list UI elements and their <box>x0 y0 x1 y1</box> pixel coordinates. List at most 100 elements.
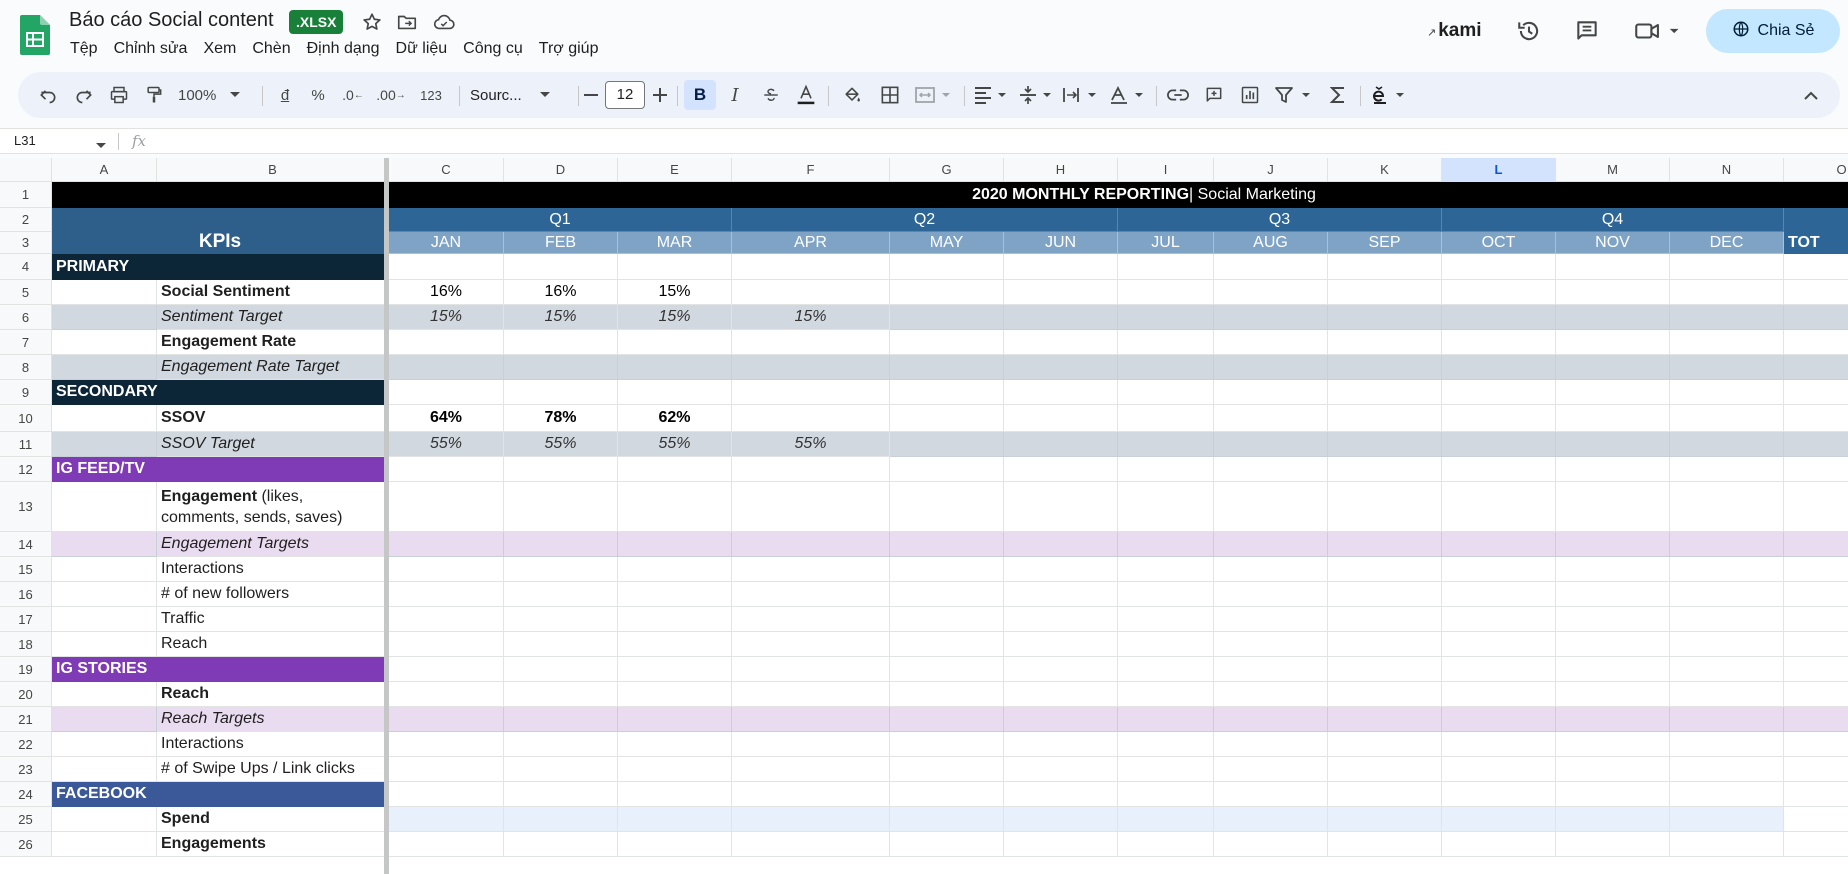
target-row-cell[interactable] <box>1328 355 1442 380</box>
target-row-cell[interactable] <box>1004 355 1118 380</box>
menu-help[interactable]: Trợ giúp <box>531 38 607 60</box>
target-row-cell[interactable] <box>1670 355 1784 380</box>
insert-chart-icon[interactable] <box>1238 83 1262 107</box>
cell[interactable] <box>618 482 732 532</box>
row-header-21[interactable]: 21 <box>0 707 52 732</box>
column-header-j[interactable]: J <box>1214 158 1328 182</box>
cell[interactable] <box>890 482 1004 532</box>
target-row-cell[interactable] <box>1784 707 1848 732</box>
column-header-b[interactable]: B <box>157 158 389 182</box>
cell[interactable] <box>1442 380 1556 405</box>
target-row-cell[interactable] <box>504 532 618 557</box>
cell[interactable] <box>732 732 890 757</box>
cell[interactable] <box>890 405 1004 432</box>
cell[interactable] <box>1004 782 1118 807</box>
cell[interactable] <box>389 482 504 532</box>
cell[interactable] <box>1556 682 1670 707</box>
menu-format[interactable]: Định dạng <box>299 38 388 60</box>
target-row-cell[interactable] <box>52 707 157 732</box>
label-engagement-rate-target[interactable]: Engagement Rate Target <box>157 355 389 380</box>
cell[interactable] <box>1670 732 1784 757</box>
row-header-24[interactable]: 24 <box>0 782 52 807</box>
target-row-cell[interactable] <box>1004 432 1118 457</box>
target-row-cell[interactable] <box>732 707 890 732</box>
target-row-cell[interactable] <box>1004 305 1118 330</box>
cell[interactable] <box>732 405 890 432</box>
cell[interactable] <box>1328 457 1442 482</box>
target-row-cell[interactable] <box>1328 432 1442 457</box>
cell[interactable] <box>1118 782 1214 807</box>
cell[interactable] <box>1214 280 1328 305</box>
font-size-input[interactable]: 12 <box>605 81 645 109</box>
value-ssov[interactable]: 62% <box>618 405 732 432</box>
label-traffic[interactable]: Traffic <box>157 607 389 632</box>
cell[interactable] <box>618 782 732 807</box>
cell[interactable] <box>1556 632 1670 657</box>
value-ssov-target[interactable]: 55% <box>732 432 890 457</box>
cell[interactable] <box>1670 782 1784 807</box>
cell[interactable] <box>618 682 732 707</box>
cell[interactable] <box>1556 732 1670 757</box>
label-engagement-rate[interactable]: Engagement Rate <box>157 330 389 355</box>
increase-font-size-icon[interactable] <box>651 83 669 107</box>
cell[interactable] <box>1784 457 1848 482</box>
cell[interactable] <box>1670 582 1784 607</box>
cell[interactable] <box>1556 657 1670 682</box>
target-row-cell[interactable] <box>1442 532 1556 557</box>
target-row-cell[interactable] <box>389 532 504 557</box>
cell[interactable] <box>1004 405 1118 432</box>
cell[interactable] <box>52 807 157 832</box>
cell[interactable] <box>1004 732 1118 757</box>
cell[interactable] <box>1118 582 1214 607</box>
cell[interactable] <box>1328 657 1442 682</box>
row-header-20[interactable]: 20 <box>0 682 52 707</box>
cell[interactable] <box>890 280 1004 305</box>
cell[interactable] <box>890 782 1004 807</box>
decrease-font-size-icon[interactable] <box>582 83 600 107</box>
spreadsheet-grid[interactable]: A B C D E F G H I J K L M N O 1 2 3 4 5 6 7 8 9 10 11 12 13 14 15 16 17… <box>0 158 1848 874</box>
italic-button[interactable]: I <box>724 83 746 107</box>
strikethrough-icon[interactable] <box>760 83 782 107</box>
target-row-cell[interactable] <box>1214 432 1328 457</box>
value-sentiment-target[interactable]: 15% <box>504 305 618 330</box>
label-engagement-targets[interactable]: Engagement Targets <box>157 532 389 557</box>
cell[interactable] <box>1328 380 1442 405</box>
spend-row-cell[interactable] <box>1670 807 1784 832</box>
cell[interactable] <box>52 582 157 607</box>
cell[interactable] <box>1784 732 1848 757</box>
cell[interactable] <box>504 330 618 355</box>
cell[interactable] <box>890 732 1004 757</box>
cell[interactable] <box>1004 330 1118 355</box>
cell[interactable] <box>1214 330 1328 355</box>
cell[interactable] <box>1670 380 1784 405</box>
cell[interactable] <box>389 380 504 405</box>
cell[interactable] <box>1214 632 1328 657</box>
cell[interactable] <box>1118 657 1214 682</box>
cell[interactable] <box>1118 632 1214 657</box>
cell[interactable] <box>1328 832 1442 857</box>
share-button[interactable]: Chia Sẻ <box>1706 9 1840 53</box>
cell[interactable] <box>618 254 732 280</box>
row-header-16[interactable]: 16 <box>0 582 52 607</box>
cell[interactable] <box>1214 254 1328 280</box>
column-header-h[interactable]: H <box>1004 158 1118 182</box>
target-row-cell[interactable] <box>1556 355 1670 380</box>
cell[interactable] <box>504 482 618 532</box>
column-header-o[interactable]: O <box>1784 158 1848 182</box>
cell[interactable] <box>1214 457 1328 482</box>
target-row-cell[interactable] <box>618 532 732 557</box>
cell[interactable] <box>1442 732 1556 757</box>
value-sentiment-target[interactable]: 15% <box>389 305 504 330</box>
cell[interactable] <box>1214 732 1328 757</box>
cell[interactable] <box>732 657 890 682</box>
row-header-18[interactable]: 18 <box>0 632 52 657</box>
cell[interactable] <box>1328 682 1442 707</box>
cell[interactable] <box>1004 832 1118 857</box>
cell[interactable] <box>1442 757 1556 782</box>
cell[interactable] <box>1118 482 1214 532</box>
target-row-cell[interactable] <box>1214 532 1328 557</box>
cell[interactable] <box>389 254 504 280</box>
cell[interactable] <box>1670 557 1784 582</box>
cell[interactable] <box>504 557 618 582</box>
cell[interactable] <box>1442 330 1556 355</box>
